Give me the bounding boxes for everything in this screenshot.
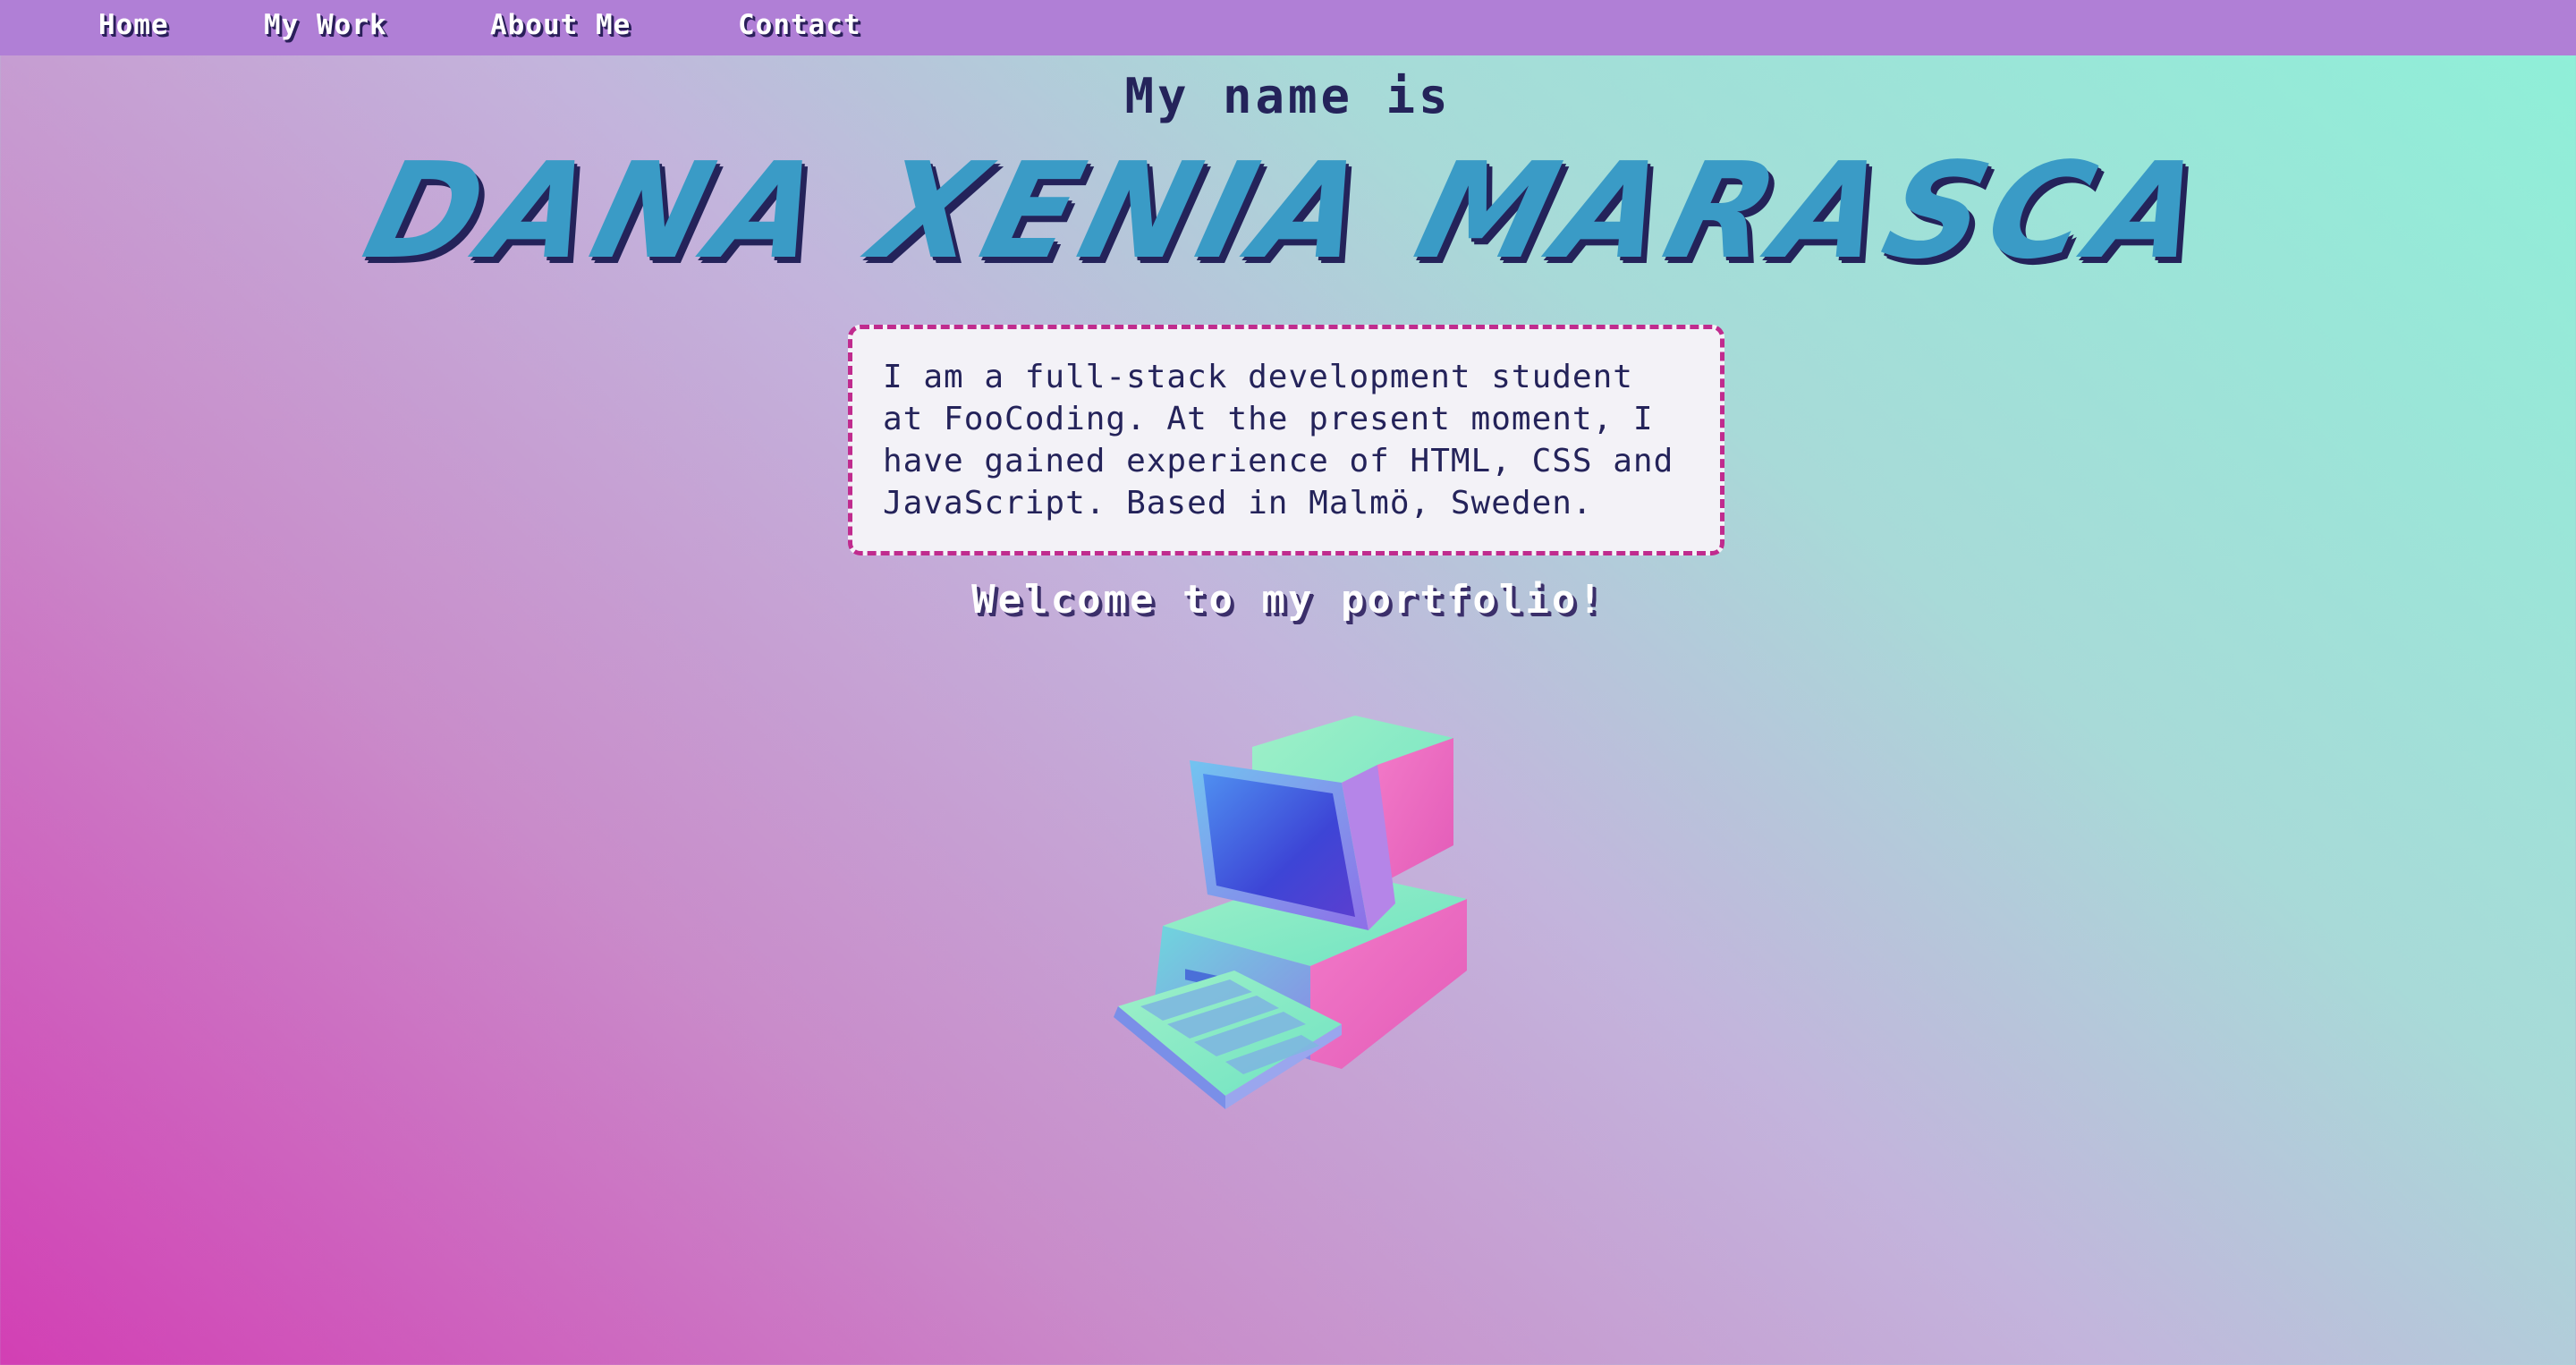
top-navbar: Home My Work About Me Contact: [0, 0, 2576, 55]
nav-link-home[interactable]: Home: [98, 9, 169, 41]
nav-link-contact[interactable]: Contact: [738, 9, 861, 41]
nav-link-about-me[interactable]: About Me: [490, 9, 631, 41]
intro-heading: My name is: [1124, 68, 1452, 124]
name-title: DANA XENIA MARASCA: [351, 134, 2225, 288]
retro-computer-icon: [1114, 716, 1467, 1109]
bio-box: I am a full-stack development student at…: [848, 325, 1724, 555]
nav-link-my-work[interactable]: My Work: [264, 9, 387, 41]
bio-text: I am a full-stack development student at…: [883, 359, 1674, 521]
welcome-heading: Welcome to my portfolio!: [971, 577, 1605, 623]
